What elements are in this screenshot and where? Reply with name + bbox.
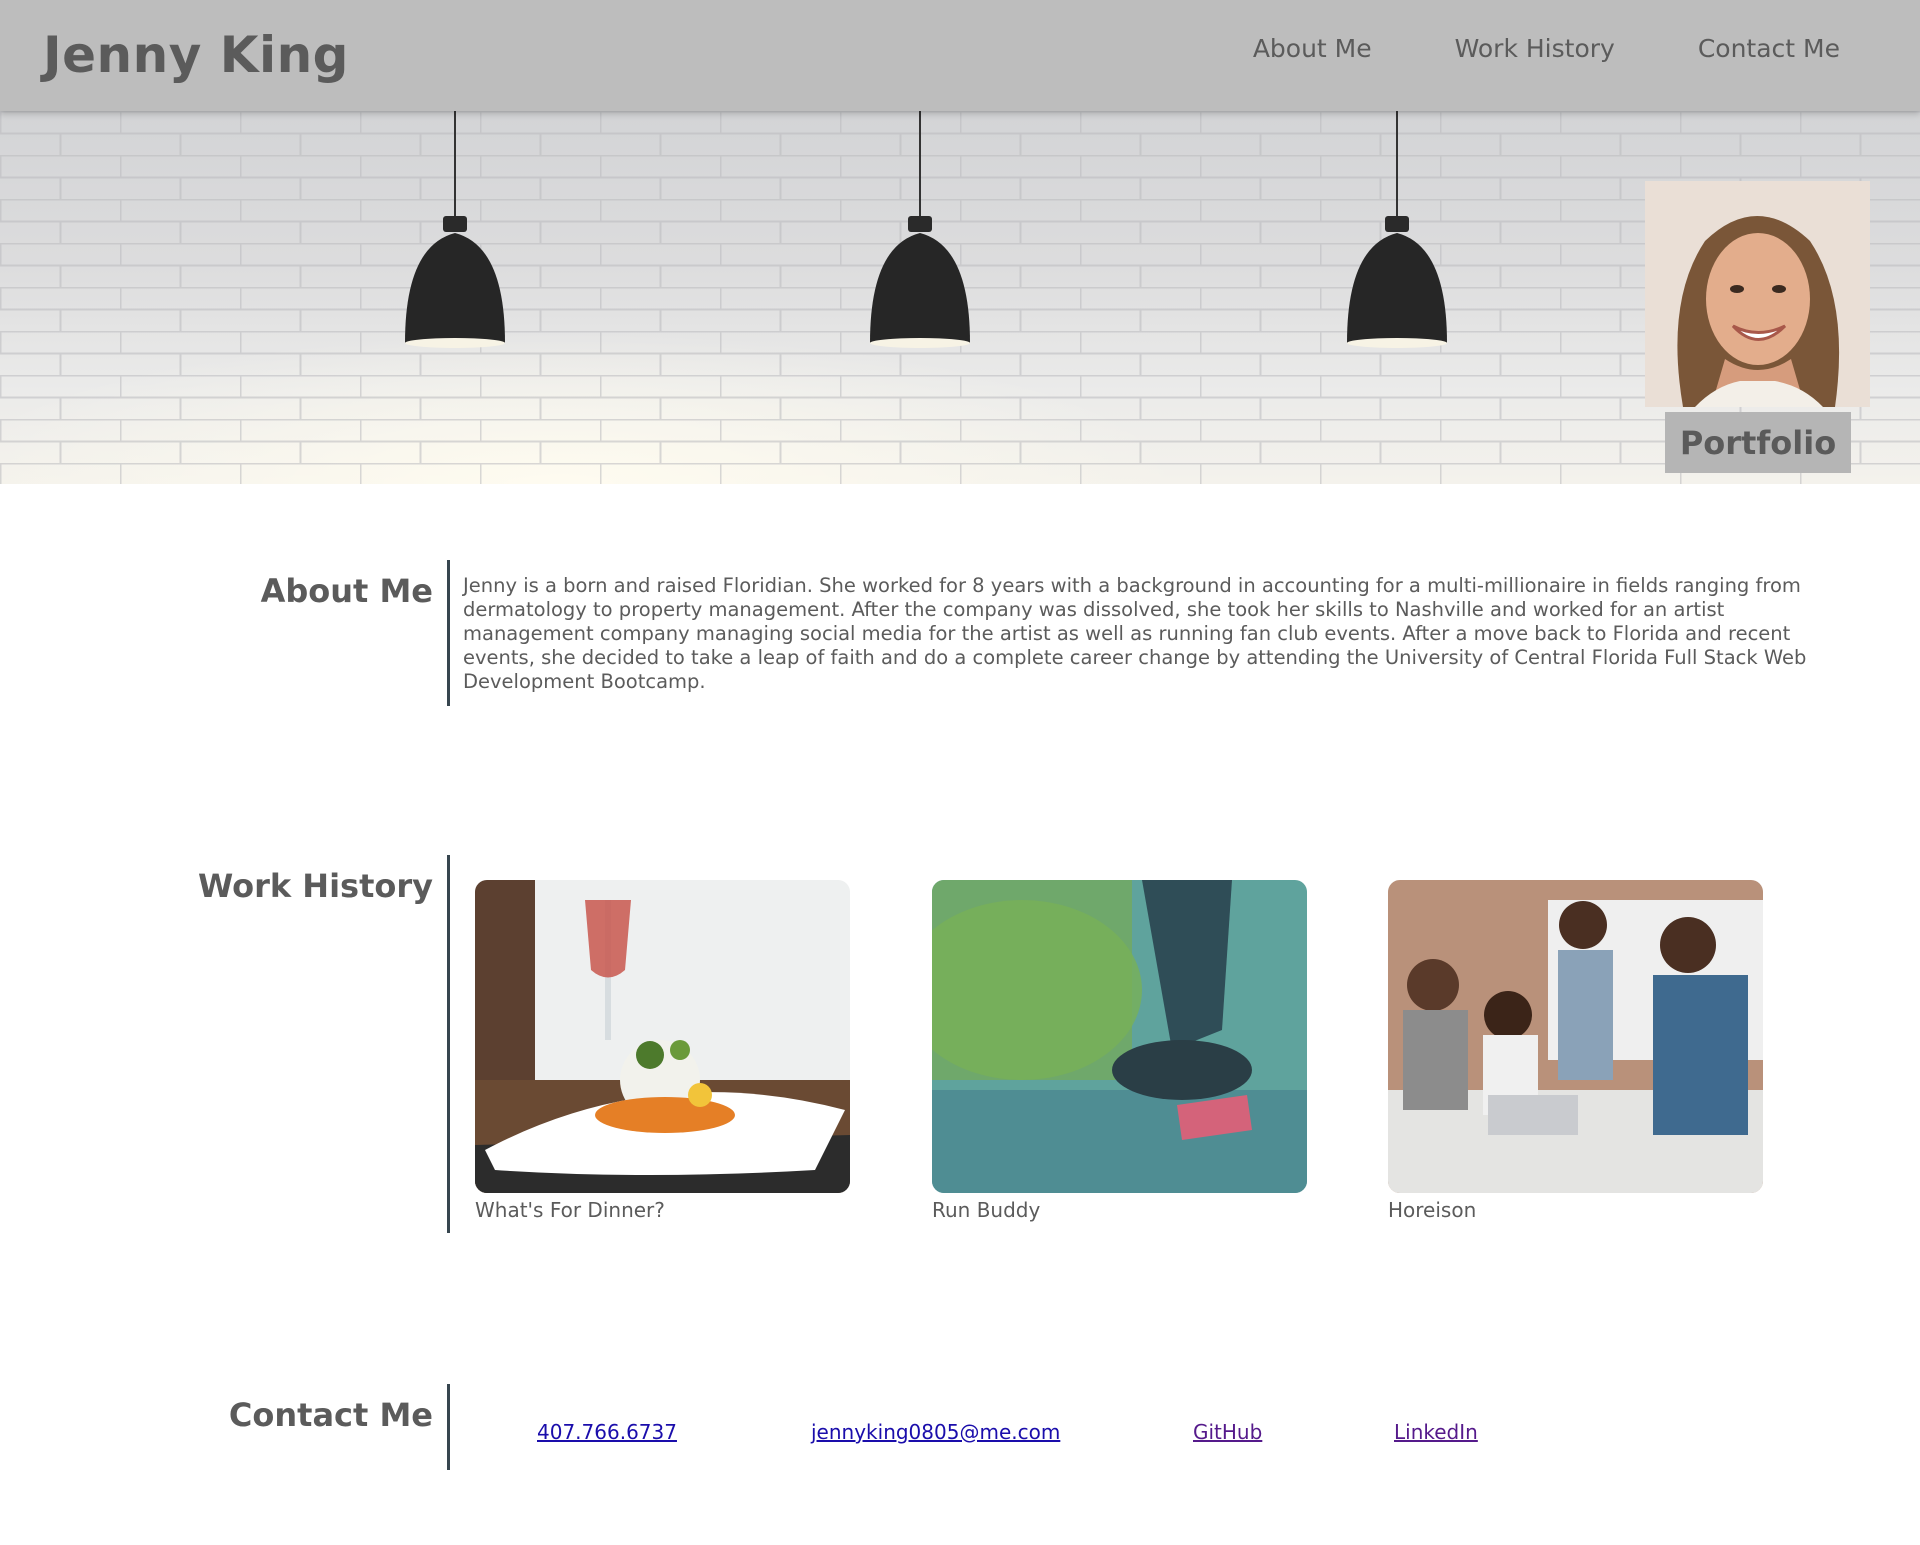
about-divider: [447, 560, 450, 706]
about-me-text: Jenny is a born and raised Floridian. Sh…: [463, 574, 1807, 693]
project-caption-horeison: Horeison: [1388, 1198, 1477, 1222]
site-brand: Jenny King: [43, 26, 349, 84]
linkedin-link[interactable]: LinkedIn: [1394, 1420, 1478, 1444]
hero-banner: Portfolio: [0, 111, 1920, 484]
portfolio-badge: Portfolio: [1665, 412, 1851, 473]
project-card-horeison[interactable]: Horeison: [1388, 880, 1763, 1222]
pendant-lamp-icon: [1347, 111, 1447, 348]
site-header: Jenny King About Me Work History Contact…: [0, 0, 1920, 111]
project-caption-dinner: What's For Dinner?: [475, 1198, 665, 1222]
work-history-divider: [447, 855, 450, 1233]
project-image-horeison[interactable]: [1388, 880, 1763, 1193]
pendant-lamp-icon: [405, 111, 505, 348]
about-me-heading: About Me: [260, 572, 433, 610]
email-link[interactable]: jennyking0805@me.com: [811, 1420, 1060, 1444]
pendant-lamp-icon: [870, 111, 970, 348]
project-image-dinner[interactable]: [475, 880, 850, 1193]
phone-link[interactable]: 407.766.6737: [537, 1420, 677, 1444]
nav-about-me[interactable]: About Me: [1253, 34, 1372, 63]
project-card-run-buddy[interactable]: Run Buddy: [932, 880, 1307, 1222]
project-image-run-buddy[interactable]: [932, 880, 1307, 1193]
project-caption-run-buddy: Run Buddy: [932, 1198, 1041, 1222]
profile-photo: [1645, 181, 1870, 407]
project-card-whats-for-dinner[interactable]: What's For Dinner?: [475, 880, 850, 1222]
github-link[interactable]: GitHub: [1193, 1420, 1262, 1444]
nav-contact-me[interactable]: Contact Me: [1698, 34, 1840, 63]
contact-me-heading: Contact Me: [228, 1396, 433, 1434]
work-history-heading: Work History: [197, 867, 433, 905]
main-nav: About Me Work History Contact Me: [1253, 34, 1840, 63]
nav-work-history[interactable]: Work History: [1455, 34, 1615, 63]
contact-divider: [447, 1384, 450, 1470]
